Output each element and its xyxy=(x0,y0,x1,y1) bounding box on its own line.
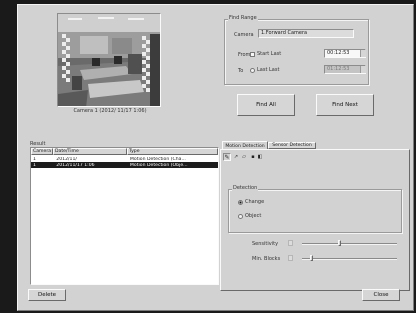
close-button[interactable]: Close xyxy=(362,289,400,301)
object-option[interactable]: Object xyxy=(238,213,261,219)
object-radio[interactable] xyxy=(238,213,243,219)
result-header: Camera Date/Time Type xyxy=(31,148,218,155)
from-label: From xyxy=(238,52,251,58)
pen-icon[interactable]: ✎ xyxy=(223,153,231,161)
column-header-camera[interactable]: Camera xyxy=(31,148,53,155)
tab-sensor-detection[interactable]: Sensor Detection xyxy=(268,142,316,149)
from-checkbox[interactable] xyxy=(250,51,255,57)
result-list[interactable]: Camera Date/Time Type 1 2012/11/ Motion … xyxy=(30,147,219,285)
delete-button[interactable]: Delete xyxy=(28,289,66,301)
change-radio[interactable] xyxy=(238,199,243,205)
clear-icon[interactable]: ◧ xyxy=(256,153,264,161)
sensitivity-slider-thumb[interactable] xyxy=(338,240,342,246)
camera-caption: Camera 1 (2012/ 11/17 1:06) xyxy=(73,108,147,114)
camera-preview xyxy=(57,13,161,107)
cell-camera: 1 xyxy=(33,162,36,168)
camera-select[interactable]: 1.Forward Camera xyxy=(258,29,354,38)
min-blocks-value-box xyxy=(288,255,293,261)
eraser-icon[interactable]: ▱ xyxy=(240,153,248,161)
pointer-icon[interactable]: ↗ xyxy=(232,153,240,161)
to-option-label: Last Last xyxy=(257,67,280,73)
find-dialog: Camera 1 (2012/ 11/17 1:06) Find Range C… xyxy=(17,4,414,311)
to-time-spinner[interactable] xyxy=(360,66,366,73)
detection-group xyxy=(228,189,402,233)
table-row[interactable]: 1 2012/11/17 1:06 Motion Detection (Obje… xyxy=(31,162,218,168)
camera-image xyxy=(58,14,160,106)
cell-datetime: 2012/11/ xyxy=(56,156,77,162)
cell-camera: 1 xyxy=(33,156,36,162)
change-option[interactable]: Change xyxy=(238,199,264,205)
to-label: To xyxy=(238,68,244,74)
cell-type: Motion Detection (Cha... xyxy=(129,156,186,162)
detection-tabs: Motion Detection Sensor Detection ✎ ↗ ▱ … xyxy=(220,141,410,291)
find-all-button[interactable]: Find All xyxy=(237,94,295,116)
sensitivity-label: Sensitivity xyxy=(252,241,279,247)
from-time-spinner[interactable] xyxy=(360,50,366,57)
min-blocks-label: Min. Blocks xyxy=(252,256,281,262)
column-header-type[interactable]: Type xyxy=(127,148,218,155)
from-start-option[interactable]: Start Last xyxy=(250,51,281,57)
sensitivity-track[interactable] xyxy=(302,243,397,245)
column-header-datetime[interactable]: Date/Time xyxy=(53,148,127,155)
object-label: Object xyxy=(245,213,262,219)
from-option-label: Start Last xyxy=(257,51,282,57)
drawing-toolbar: ✎ ↗ ▱ ▪ ◧ xyxy=(223,152,283,162)
cell-type: Motion Detection (Obje... xyxy=(129,162,188,168)
to-radio[interactable] xyxy=(250,67,255,73)
cell-datetime: 2012/11/17 1:06 xyxy=(56,162,95,168)
find-range-title: Find Range xyxy=(228,15,258,21)
find-next-button[interactable]: Find Next xyxy=(316,94,374,116)
camera-label: Camera xyxy=(234,32,254,38)
min-blocks-slider-thumb[interactable] xyxy=(309,255,313,261)
change-label: Change xyxy=(245,199,265,205)
detection-title: Detection xyxy=(232,185,259,191)
sensitivity-value-box xyxy=(288,240,293,246)
to-last-option[interactable]: Last Last xyxy=(250,67,279,73)
min-blocks-track[interactable] xyxy=(302,258,397,260)
